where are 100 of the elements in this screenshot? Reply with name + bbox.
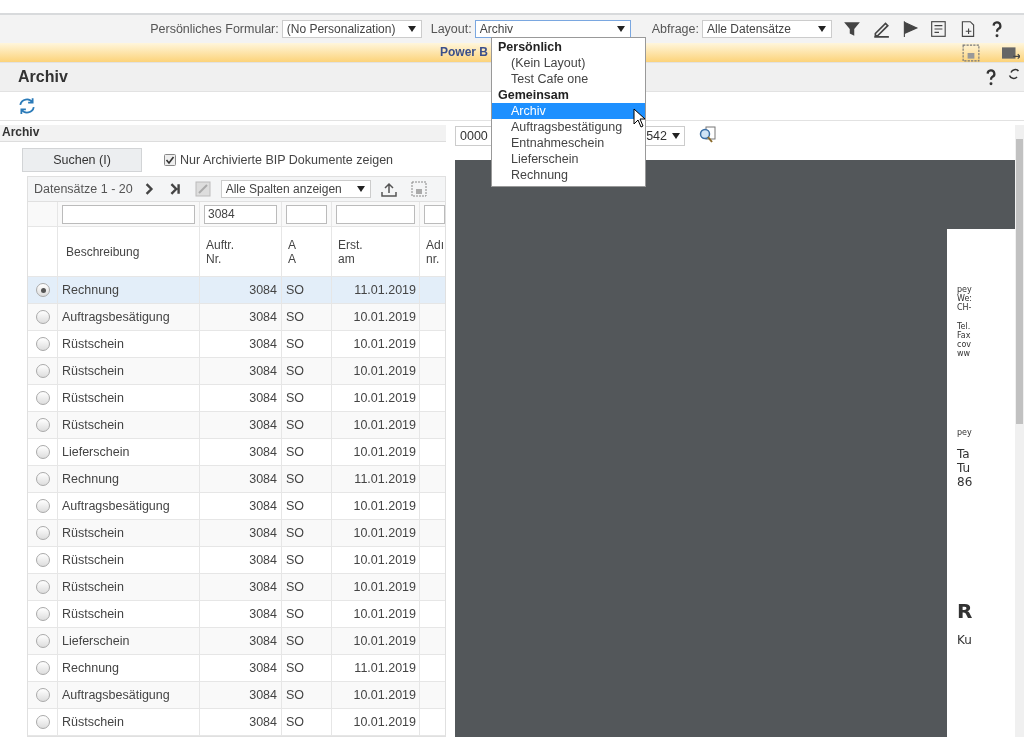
document-add-icon[interactable] <box>959 20 977 39</box>
expand-icon[interactable] <box>410 181 427 197</box>
table-cell: SO <box>282 709 332 736</box>
form-label: Persönliches Formular: <box>150 22 279 37</box>
row-radio[interactable] <box>36 499 50 513</box>
menu-group-label: Gemeinsam <box>497 87 570 103</box>
document-text: Ta <box>957 447 971 461</box>
table-cell: Rüstschein <box>58 547 200 574</box>
query-select[interactable]: Alle Datensätze <box>702 20 832 39</box>
table-cell: SO <box>282 655 332 682</box>
row-radio[interactable] <box>36 391 50 405</box>
list-edit-icon[interactable] <box>930 20 948 39</box>
pen-icon[interactable] <box>872 20 890 39</box>
table-cell: 10.01.2019 <box>332 331 420 358</box>
table-cell: 3084 <box>200 601 282 628</box>
row-radio[interactable] <box>36 553 50 567</box>
row-radio[interactable] <box>36 661 50 675</box>
row-radio[interactable] <box>36 418 50 432</box>
table-cell: 3084 <box>200 439 282 466</box>
filter-field[interactable] <box>286 204 327 224</box>
row-radio[interactable] <box>36 634 50 648</box>
row-radio[interactable] <box>36 526 50 540</box>
table-cell: SO <box>282 385 332 412</box>
scrollbar[interactable] <box>1015 125 1024 737</box>
edit-grid-icon[interactable] <box>194 181 211 197</box>
form-select[interactable]: (No Personalization) <box>281 20 422 39</box>
filter-field[interactable] <box>62 204 195 224</box>
table-cell: 3084 <box>200 304 282 331</box>
row-radio[interactable] <box>36 337 50 351</box>
table-cell: Lieferschein <box>58 628 200 655</box>
row-radio[interactable] <box>36 580 50 594</box>
columns-select[interactable]: Alle Spalten anzeigen <box>220 180 371 198</box>
table-cell: 10.01.2019 <box>332 709 420 736</box>
row-radio[interactable] <box>36 688 50 702</box>
table-cell: Rüstschein <box>58 601 200 628</box>
row-radio[interactable] <box>36 283 50 297</box>
record-count: Datensätze 1 - 20 <box>34 182 133 196</box>
document-text: pey <box>957 428 973 437</box>
table-cell: Auftragsbesätigung <box>58 493 200 520</box>
layout-select[interactable]: Archiv <box>474 20 631 39</box>
table-cell: 10.01.2019 <box>332 385 420 412</box>
checkbox[interactable] <box>164 154 176 166</box>
table-cell: 10.01.2019 <box>332 493 420 520</box>
column-header[interactable]: Erst. am <box>332 227 420 277</box>
menu-group-label: Persönlich <box>497 39 563 55</box>
caret-icon <box>356 186 365 192</box>
page-title: Archiv <box>18 67 68 86</box>
table-cell: SO <box>282 493 332 520</box>
table-cell: Rüstschein <box>58 412 200 439</box>
table-cell: 10.01.2019 <box>332 412 420 439</box>
table-cell: 10.01.2019 <box>332 574 420 601</box>
row-radio[interactable] <box>36 607 50 621</box>
query-label: Abfrage: <box>651 22 699 37</box>
row-radio[interactable] <box>36 364 50 378</box>
menu-item[interactable]: Test Cafe one <box>492 71 645 87</box>
table-cell: 11.01.2019 <box>332 466 420 493</box>
row-radio[interactable] <box>36 310 50 324</box>
table-cell: Lieferschein <box>58 439 200 466</box>
table-cell: Rechnung <box>58 466 200 493</box>
table-cell: 10.01.2019 <box>332 601 420 628</box>
table-cell: SO <box>282 304 332 331</box>
last-page-icon[interactable] <box>168 183 181 195</box>
table-cell: 3084 <box>200 331 282 358</box>
search-button[interactable]: Suchen (I) <box>22 148 142 172</box>
column-header[interactable]: A A <box>282 227 332 277</box>
document-text: Ku <box>957 633 973 647</box>
table-cell: 3084 <box>200 628 282 655</box>
table-cell: 10.01.2019 <box>332 682 420 709</box>
table-cell: 3084 <box>200 682 282 709</box>
caret-icon <box>818 26 826 33</box>
document-text: 86 <box>957 475 974 489</box>
refresh-icon[interactable] <box>1008 67 1020 80</box>
document-text: cov <box>957 340 973 349</box>
filter-field[interactable]: 3084 <box>204 204 277 224</box>
table-cell: SO <box>282 439 332 466</box>
row-radio[interactable] <box>36 715 50 729</box>
menu-item[interactable]: Rechnung <box>492 167 645 183</box>
table-cell: Rechnung <box>58 277 200 304</box>
row-radio[interactable] <box>36 472 50 486</box>
menu-item[interactable]: Entnahmeschein <box>492 135 645 151</box>
column-header[interactable]: Auftr. Nr. <box>200 227 282 277</box>
document-text: CH- <box>957 303 973 312</box>
column-header[interactable]: Beschreibung <box>58 227 200 277</box>
table-cell: 3084 <box>200 520 282 547</box>
row-radio[interactable] <box>36 445 50 459</box>
table-cell: Rüstschein <box>58 574 200 601</box>
table-cell: SO <box>282 574 332 601</box>
upload-icon[interactable] <box>380 181 397 197</box>
document-text: Tu <box>957 461 972 475</box>
menu-item[interactable]: (Kein Layout) <box>492 55 645 71</box>
menu-item[interactable]: Lieferschein <box>492 151 645 167</box>
table-cell: 3084 <box>200 547 282 574</box>
checkbox-label: Nur Archivierte BIP Dokumente zeigen <box>180 153 394 167</box>
document-text: ww <box>957 349 972 358</box>
table-cell: 11.01.2019 <box>332 277 420 304</box>
banner-title: Power B <box>440 45 488 60</box>
magnifier-document-icon[interactable] <box>699 126 717 144</box>
table-cell: SO <box>282 547 332 574</box>
flag-icon[interactable] <box>901 20 919 39</box>
filter-field[interactable] <box>336 204 415 224</box>
